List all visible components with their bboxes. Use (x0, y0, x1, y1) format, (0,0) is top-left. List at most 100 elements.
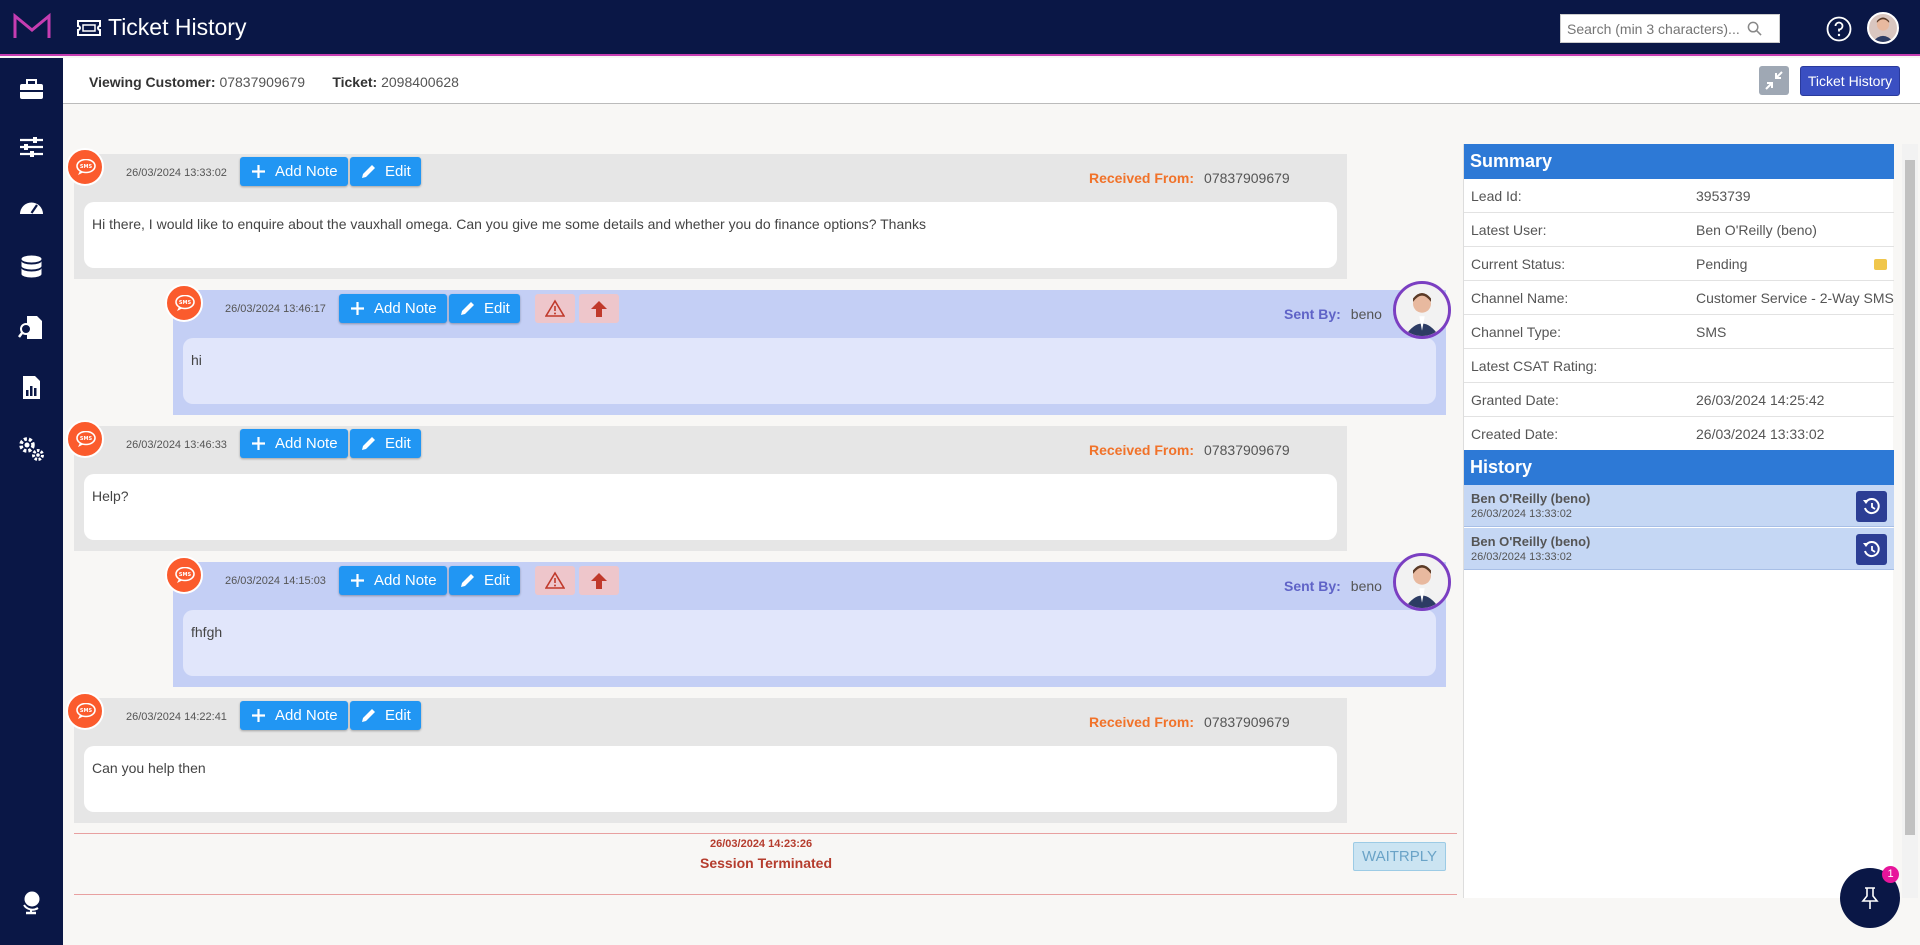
add-note-button[interactable]: Add Note (339, 294, 447, 323)
sent-by: Sent By: beno (1284, 578, 1382, 594)
session-date: 26/03/2024 14:23:26 (710, 838, 813, 850)
summary-key: Channel Type: (1471, 324, 1562, 340)
edit-button[interactable]: Edit (350, 157, 421, 186)
summary-key: Latest CSAT Rating: (1471, 358, 1598, 374)
status-badge[interactable]: WAITRPLY (1353, 842, 1446, 871)
summary-value: SMS (1696, 324, 1727, 340)
summary-value: 3953739 (1696, 188, 1751, 204)
flag-warning-button[interactable] (535, 566, 575, 595)
received-from-label: Received From: (1089, 442, 1195, 458)
summary-key: Created Date: (1471, 426, 1559, 442)
received-from-label: Received From: (1089, 170, 1195, 186)
flag-warning-button[interactable] (535, 294, 575, 323)
pencil-icon (461, 574, 474, 587)
edit-button[interactable]: Edit (449, 294, 520, 323)
history-item: Ben O'Reilly (beno) 26/03/2024 13:33:02 (1464, 485, 1894, 527)
search-input[interactable] (1567, 20, 1747, 37)
brand-logo[interactable] (12, 12, 52, 42)
add-note-button[interactable]: Add Note (240, 701, 348, 730)
briefcase-icon[interactable] (18, 76, 45, 103)
plus-icon (252, 437, 265, 450)
summary-row: Latest CSAT Rating: (1464, 349, 1894, 383)
ticket-history-button[interactable]: Ticket History (1800, 66, 1900, 96)
arrow-up-icon (591, 573, 607, 589)
svg-text:SMS: SMS (80, 164, 93, 170)
sliders-icon[interactable] (18, 134, 45, 161)
edit-button[interactable]: Edit (350, 701, 421, 730)
summary-row: Created Date: 26/03/2024 13:33:02 (1464, 417, 1894, 451)
search-icon[interactable] (1747, 21, 1762, 36)
notification-badge: 1 (1882, 866, 1899, 883)
edit-label: Edit (385, 707, 411, 724)
customer-info-bar: Viewing Customer: 07837909679 Ticket: 20… (63, 58, 1920, 104)
pencil-icon (362, 165, 375, 178)
edit-button[interactable]: Edit (449, 566, 520, 595)
page-title-text: Ticket History (108, 14, 247, 40)
sent-by: Sent By: beno (1284, 306, 1382, 322)
summary-key: Granted Date: (1471, 392, 1559, 408)
add-note-button[interactable]: Add Note (240, 429, 348, 458)
add-note-button[interactable]: Add Note (240, 157, 348, 186)
dashboard-gauge-icon[interactable] (18, 194, 45, 221)
session-divider-top (74, 833, 1457, 834)
report-icon[interactable] (18, 374, 45, 401)
sms-icon: SMS (165, 556, 203, 594)
history-restore-icon (1863, 541, 1880, 558)
panel-scrollbar[interactable] (1902, 144, 1918, 898)
sent-by-value: beno (1350, 306, 1382, 322)
summary-row: Channel Type: SMS (1464, 315, 1894, 349)
user-avatar[interactable] (1867, 12, 1899, 44)
message-outgoing: hi 26/03/2024 13:46:17 Add Note Edit Sen… (173, 290, 1446, 415)
sent-by-value: beno (1350, 578, 1382, 594)
summary-row: Latest User: Ben O'Reilly (beno) (1464, 213, 1894, 247)
ticket-label: Ticket: (332, 74, 378, 90)
sms-icon: SMS (66, 420, 104, 458)
summary-key: Latest User: (1471, 222, 1547, 238)
plus-icon (351, 574, 364, 587)
plus-icon (252, 165, 265, 178)
edit-label: Edit (385, 163, 411, 180)
received-from-value: 07837909679 (1204, 714, 1290, 730)
database-icon[interactable] (18, 254, 45, 281)
customer-info: Viewing Customer: 07837909679 Ticket: 20… (89, 74, 459, 90)
summary-value: 26/03/2024 14:25:42 (1696, 392, 1825, 408)
status-comment-icon[interactable] (1874, 259, 1887, 270)
message-incoming: Hi there, I would like to enquire about … (74, 154, 1347, 279)
summary-row: Current Status: Pending (1464, 247, 1894, 281)
add-note-label: Add Note (374, 572, 437, 589)
message-text: Hi there, I would like to enquire about … (84, 202, 1337, 268)
received-from: Received From: 07837909679 (1089, 170, 1290, 186)
summary-row: Lead Id: 3953739 (1464, 179, 1894, 213)
summary-value: Ben O'Reilly (beno) (1696, 222, 1817, 238)
scrollbar-thumb[interactable] (1905, 160, 1915, 835)
sms-icon: SMS (66, 692, 104, 730)
arrow-up-icon (591, 301, 607, 317)
help-icon[interactable] (1826, 16, 1852, 42)
globe-stand-icon[interactable] (18, 888, 45, 915)
history-date: 26/03/2024 13:33:02 (1471, 551, 1572, 563)
add-note-button[interactable]: Add Note (339, 566, 447, 595)
svg-text:SMS: SMS (80, 436, 93, 442)
sidebar (0, 58, 63, 945)
escalate-button[interactable] (579, 294, 619, 323)
settings-gears-icon[interactable] (18, 435, 45, 462)
edit-button[interactable]: Edit (350, 429, 421, 458)
received-from: Received From: 07837909679 (1089, 714, 1290, 730)
restore-history-button[interactable] (1856, 534, 1887, 565)
history-user: Ben O'Reilly (beno) (1471, 491, 1591, 506)
received-from: Received From: 07837909679 (1089, 442, 1290, 458)
summary-key: Lead Id: (1471, 188, 1522, 204)
top-bar: Ticket History (0, 0, 1920, 56)
warning-triangle-icon (545, 571, 565, 589)
escalate-button[interactable] (579, 566, 619, 595)
agent-avatar (1393, 553, 1451, 611)
pencil-icon (362, 437, 375, 450)
restore-history-button[interactable] (1856, 491, 1887, 522)
pin-icon (1861, 887, 1879, 909)
session-terminated-label: Session Terminated (700, 855, 833, 871)
summary-value: Customer Service - 2-Way SMS (1696, 290, 1894, 306)
received-from-label: Received From: (1089, 714, 1195, 730)
file-search-icon[interactable] (18, 314, 45, 341)
compress-button[interactable] (1759, 66, 1789, 95)
search-box[interactable] (1560, 14, 1780, 43)
